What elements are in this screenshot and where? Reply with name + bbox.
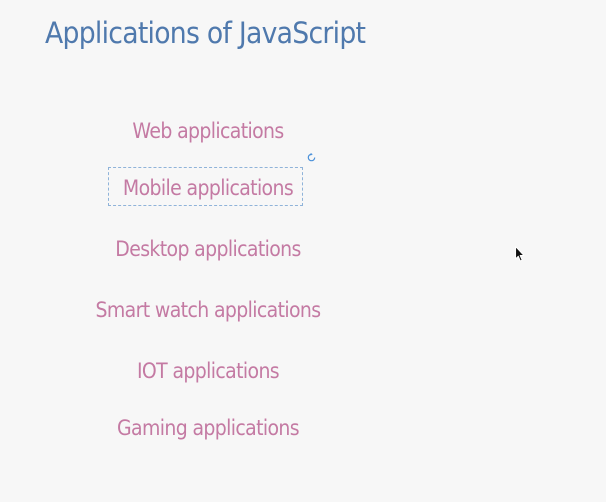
list-item-desktop-applications[interactable]: Desktop applications <box>21 236 395 262</box>
list-item-mobile-applications[interactable]: Mobile applications <box>21 175 395 201</box>
slide-title[interactable]: Applications of JavaScript <box>45 16 366 50</box>
rotate-icon[interactable] <box>306 152 317 163</box>
list-item-iot-applications[interactable]: IOT applications <box>21 358 395 384</box>
mouse-pointer-icon <box>515 246 525 262</box>
list-item-smart-watch-applications[interactable]: Smart watch applications <box>21 297 395 323</box>
presentation-slide[interactable]: Applications of JavaScript Web applicati… <box>0 0 606 502</box>
list-item-gaming-applications[interactable]: Gaming applications <box>21 415 395 441</box>
list-item-web-applications[interactable]: Web applications <box>21 118 395 144</box>
